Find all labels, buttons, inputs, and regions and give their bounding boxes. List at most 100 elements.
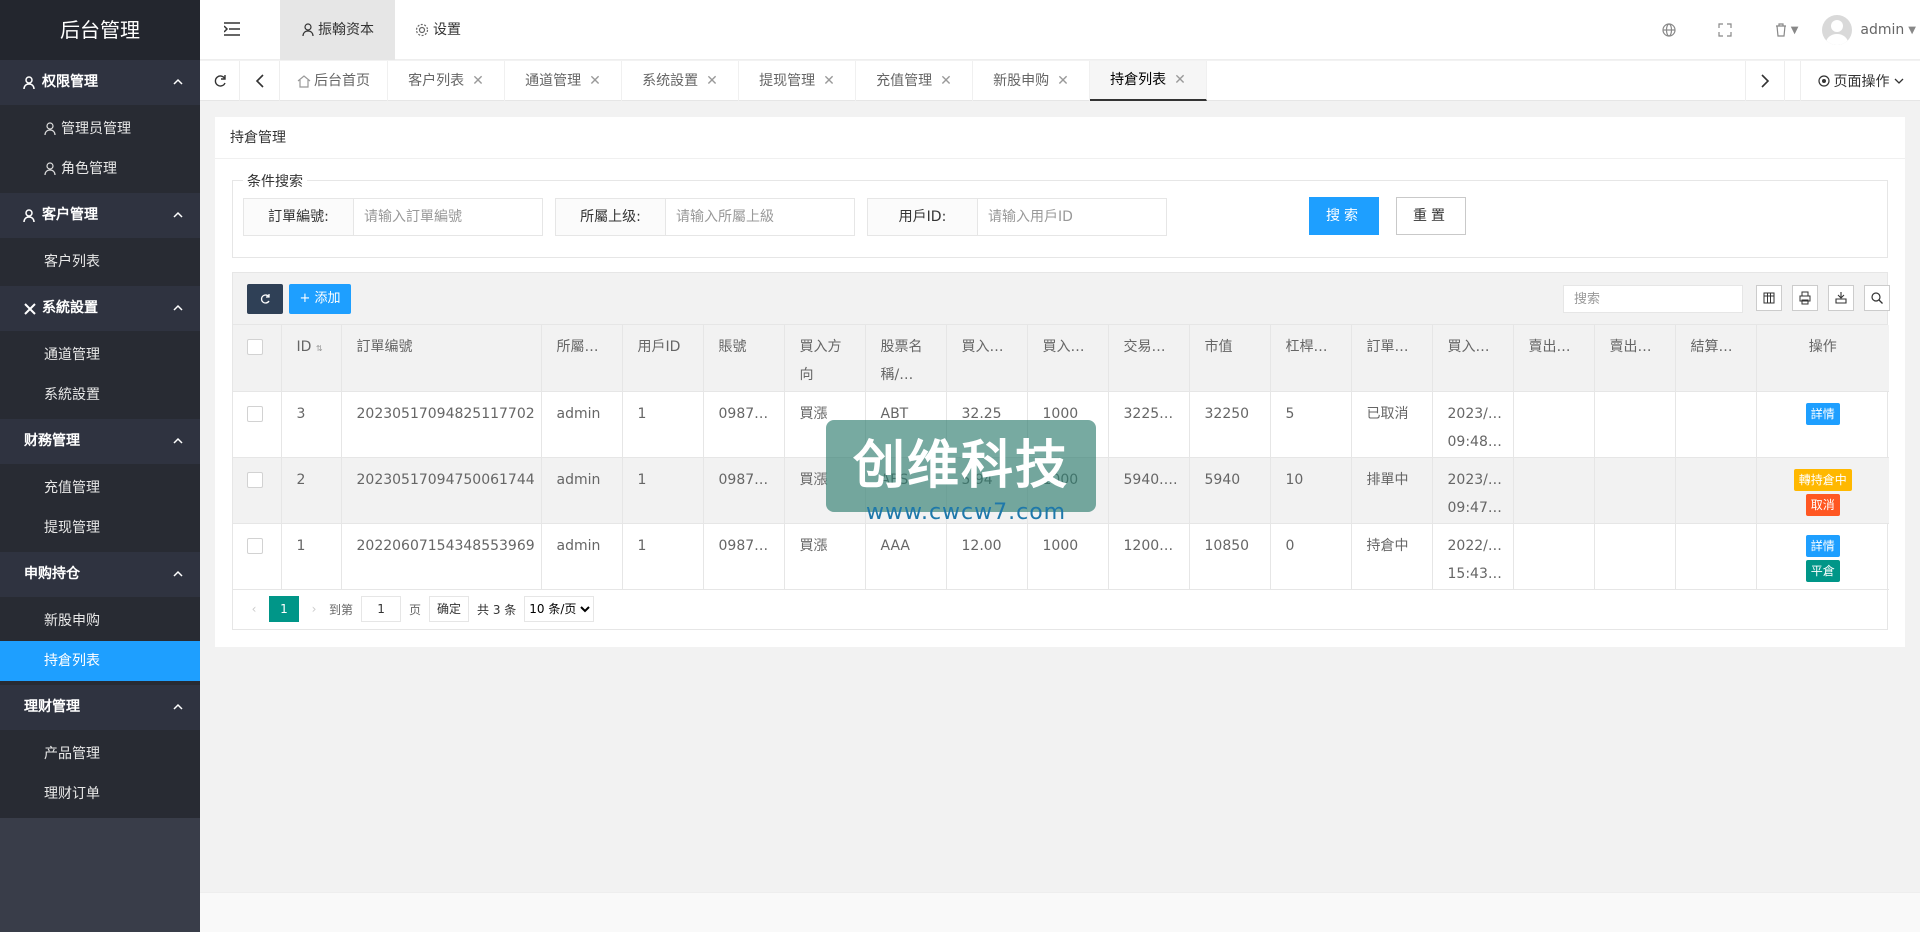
tab-system-settings[interactable]: 系统設置 ✕ (622, 61, 739, 101)
sidebar-item-products[interactable]: 产品管理 (0, 734, 200, 774)
table-header-row: ID ⇅ 訂單编號 所屬… 用戶ID 賬號 買入方向 股票名稱/… 買入… 買入… (233, 325, 1889, 392)
tab-ipo[interactable]: 新股申购 ✕ (973, 61, 1090, 101)
refresh-tab-button[interactable] (200, 61, 240, 101)
chevron-up-icon (173, 570, 183, 577)
print-button[interactable] (1792, 285, 1818, 311)
order-number-input[interactable] (354, 199, 542, 235)
goto-label: 到第 (329, 602, 354, 617)
sidebar-item-roles[interactable]: 角色管理 (0, 149, 200, 189)
header-uid: 用戶ID (622, 325, 704, 392)
cancel-order-button[interactable]: 取消 (1805, 493, 1840, 516)
header-settle: 結算… (1675, 325, 1757, 392)
close-icon[interactable]: ✕ (940, 61, 952, 101)
page-jump-input[interactable] (361, 596, 402, 622)
row-checkbox[interactable] (247, 471, 263, 488)
parent-field: 所屬上级: (555, 198, 855, 236)
page-size-select[interactable]: 10 条/页 (524, 596, 595, 622)
sidebar-group-permissions: 权限管理 管理员管理 角色管理 (0, 60, 200, 193)
tab-positions[interactable]: 持倉列表 ✕ (1090, 61, 1207, 101)
search-fieldset: 条件搜索 訂單編號: 所屬上级: 用戶ID: 搜索 重置 (232, 171, 1888, 258)
tab-scroll-left-button[interactable] (240, 61, 280, 101)
caret-down-icon[interactable]: ▼ (1791, 25, 1799, 36)
sidebar-group-title[interactable]: 财務管理 (0, 419, 200, 464)
page-title: 持倉管理 (215, 117, 1905, 159)
tab-scroll-right-button[interactable] (1745, 61, 1785, 101)
user-name[interactable]: admin (1860, 22, 1904, 38)
search-toggle-button[interactable] (1864, 285, 1890, 311)
tab-channels[interactable]: 通道管理 ✕ (505, 61, 622, 101)
search-legend: 条件搜索 (243, 171, 307, 191)
sidebar-group-title[interactable]: 申购持仓 (0, 552, 200, 597)
columns-filter-button[interactable] (1756, 285, 1782, 311)
detail-button[interactable]: 詳情 (1805, 534, 1840, 557)
header-price: 買入… (946, 325, 1028, 392)
next-page-icon[interactable]: › (307, 602, 321, 616)
parent-input[interactable] (666, 199, 854, 235)
user-icon (22, 208, 38, 224)
avatar[interactable] (1822, 15, 1853, 45)
sidebar-group-title[interactable]: 理财管理 (0, 685, 200, 730)
search-button[interactable]: 搜索 (1309, 197, 1379, 235)
current-page[interactable]: 1 (269, 596, 299, 622)
page-unit: 页 (409, 602, 422, 617)
close-icon[interactable]: ✕ (823, 61, 835, 101)
header-id[interactable]: ID ⇅ (281, 325, 342, 392)
sidebar-item-system-settings[interactable]: 系統設置 (0, 375, 200, 415)
sidebar-item-withdraw[interactable]: 提现管理 (0, 508, 200, 548)
close-icon[interactable]: ✕ (1057, 61, 1069, 101)
detail-button[interactable]: 詳情 (1805, 402, 1840, 425)
export-button[interactable] (1828, 285, 1854, 311)
tab-withdraw[interactable]: 提现管理 ✕ (739, 61, 856, 101)
sidebar-group-body: 管理员管理 角色管理 (0, 105, 200, 193)
user-id-input[interactable] (978, 199, 1166, 235)
sidebar-group-body: 充值管理 提现管理 (0, 464, 200, 552)
sidebar-group-system: 系統設置 通道管理 系統設置 (0, 286, 200, 419)
sidebar-item-wealth-orders[interactable]: 理财订单 (0, 774, 200, 814)
header-buy-time: 買入… (1432, 325, 1514, 392)
sidebar-item-admins[interactable]: 管理员管理 (0, 109, 200, 149)
close-icon[interactable]: ✕ (706, 61, 718, 101)
close-icon[interactable]: ✕ (472, 61, 484, 101)
sidebar-item-customer-list[interactable]: 客户列表 (0, 242, 200, 282)
menu-toggle-icon[interactable] (224, 22, 240, 36)
fullscreen-icon[interactable] (1717, 22, 1733, 38)
tab-recharge[interactable]: 充值管理 ✕ (856, 61, 973, 101)
tools-icon (22, 301, 38, 317)
chevron-down-icon (1894, 76, 1904, 86)
sidebar-group-title[interactable]: 系統設置 (0, 286, 200, 331)
reset-button[interactable]: 重置 (1396, 197, 1466, 235)
row-checkbox[interactable] (247, 537, 263, 554)
sidebar-item-recharge[interactable]: 充值管理 (0, 468, 200, 508)
top-tab-company[interactable]: 振翰资本 (280, 0, 395, 60)
select-all-checkbox[interactable] (247, 339, 263, 355)
sidebar-group-title[interactable]: 权限管理 (0, 60, 200, 105)
sidebar-item-channels[interactable]: 通道管理 (0, 335, 200, 375)
globe-icon[interactable] (1661, 22, 1677, 38)
caret-down-icon[interactable]: ▼ (1908, 25, 1916, 36)
row-checkbox[interactable] (247, 405, 263, 422)
columns-icon (1763, 292, 1775, 304)
chevron-left-icon (255, 74, 264, 88)
refresh-button[interactable] (247, 284, 283, 314)
trash-icon[interactable] (1773, 22, 1789, 38)
add-button[interactable]: + 添加 (289, 284, 351, 314)
sidebar-item-positions[interactable]: 持倉列表 (0, 641, 200, 681)
tab-customer-list[interactable]: 客户列表 ✕ (388, 61, 505, 101)
watermark-url: www.cwcw7.com (866, 500, 1067, 525)
close-icon[interactable]: ✕ (1174, 60, 1186, 100)
main-card: 持倉管理 条件搜索 訂單編號: 所屬上级: 用戶ID: 搜索 重置 + 添加 (215, 117, 1905, 647)
prev-page-icon[interactable]: ‹ (247, 602, 261, 616)
sort-icon[interactable]: ⇅ (316, 344, 323, 353)
page-confirm-button[interactable]: 确定 (429, 596, 470, 622)
sidebar: 后台管理 权限管理 管理员管理 角色管理 客户管理 客户列表 系統設置 通道管理… (0, 0, 200, 932)
convert-to-holding-button[interactable]: 轉持倉中 (1793, 468, 1852, 491)
close-position-button[interactable]: 平倉 (1805, 559, 1840, 582)
sidebar-item-ipo[interactable]: 新股申购 (0, 601, 200, 641)
close-icon[interactable]: ✕ (589, 61, 601, 101)
top-tab-settings[interactable]: 设置 (415, 0, 505, 60)
refresh-icon (260, 294, 270, 304)
sidebar-group-title[interactable]: 客户管理 (0, 193, 200, 238)
tab-home[interactable]: 后台首页 (280, 61, 388, 101)
page-operations-dropdown[interactable]: 页面操作 (1800, 61, 1920, 101)
table-search-input[interactable] (1563, 285, 1743, 313)
